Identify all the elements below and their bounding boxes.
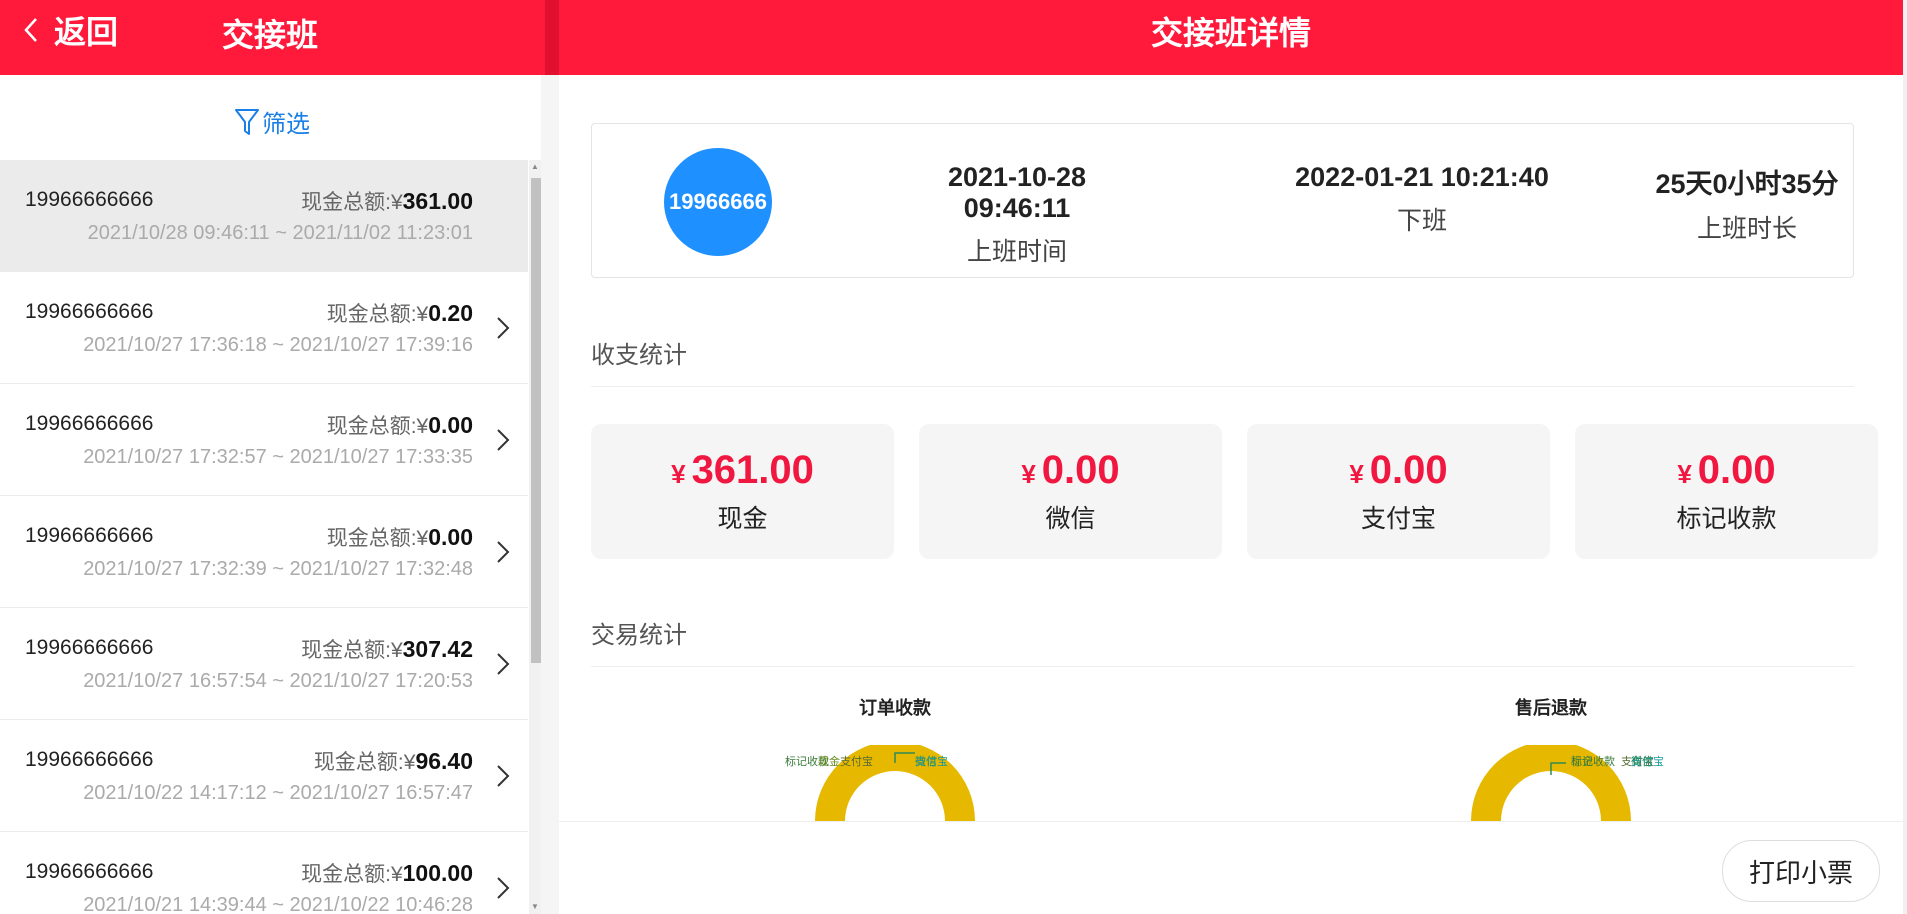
duration-value: 25天0小时35分 (1655, 169, 1839, 199)
filter-icon (235, 108, 259, 135)
shift-phone: 19966666666 (25, 412, 154, 435)
chevron-right-icon (497, 317, 510, 339)
start-time-label: 上班时间 (966, 238, 1067, 266)
shift-cash-total: 现金总额:¥307.42 (301, 636, 473, 662)
shift-time-range: 2021/10/28 09:46:11 ~ 2021/11/02 11:23:0… (87, 222, 473, 244)
shift-list-item[interactable]: 19966666666 现金总额:¥100.00 2021/10/21 14:39:… (0, 832, 528, 914)
filter-label: 筛选 (262, 111, 310, 138)
shift-phone: 19966666666 (25, 524, 154, 547)
shift-cash-total: 现金总额:¥361.00 (301, 188, 473, 214)
chart-title-orders: 订单收款 (859, 698, 931, 718)
scrollbar-thumb[interactable] (531, 178, 541, 663)
back-button[interactable]: 返回 (22, 10, 118, 50)
shift-list-item[interactable]: 19966666666 现金总额:¥361.00 2021/10/28 09:46:… (0, 160, 528, 272)
duration-label: 上班时长 (1696, 215, 1797, 243)
scroll-down-arrow-icon[interactable]: ▼ (531, 902, 539, 911)
shift-time-range: 2021/10/22 14:17:12 ~ 2021/10/27 16:57:4… (83, 782, 473, 804)
detail-title: 交接班详情 (1150, 15, 1311, 51)
chart-title-refunds: 售后退款 (1515, 698, 1587, 718)
divider (591, 386, 1854, 387)
shift-phone: 19966666666 (25, 300, 154, 323)
shift-time-range: 2021/10/27 16:57:54 ~ 2021/10/27 17:20:5… (83, 670, 473, 692)
shift-time-range: 2021/10/21 14:39:44 ~ 2021/10/22 10:46:2… (83, 894, 473, 914)
end-time-label: 下班 (1396, 207, 1447, 235)
start-time-block: 2021-10-28 09:46:11 上班时间 (892, 162, 1142, 268)
chevron-right-icon (497, 765, 510, 787)
stat-card-alipay: ¥0.00 支付宝 (1247, 424, 1550, 559)
shift-cash-total: 现金总额:¥0.00 (326, 412, 473, 438)
window-edge (1903, 0, 1907, 914)
chevron-right-icon (497, 541, 510, 563)
shift-list-item[interactable]: 19966666666 现金总额:¥0.00 2021/10/27 17:32:39… (0, 496, 528, 608)
shift-cash-total: 现金总额:¥0.00 (326, 524, 473, 550)
stat-label: 现金 (717, 505, 768, 533)
stat-value: ¥0.00 (1677, 448, 1776, 492)
stat-value: ¥0.00 (1021, 448, 1120, 492)
shift-phone: 19966666666 (25, 188, 154, 211)
chart-legend-label: 支付宝 (1631, 754, 1664, 768)
income-section-title: 收支统计 (591, 342, 687, 369)
shift-list-item[interactable]: 19966666666 现金总额:¥0.00 2021/10/27 17:32:57… (0, 384, 528, 496)
shift-list-item[interactable]: 19966666666 现金总额:¥0.20 2021/10/27 17:36:18… (0, 272, 528, 384)
shift-list-item[interactable]: 19966666666 现金总额:¥307.42 2021/10/27 16:57:… (0, 608, 528, 720)
shift-cash-total: 现金总额:¥0.20 (326, 300, 473, 326)
chevron-right-icon (497, 653, 510, 675)
chevron-right-icon (497, 429, 510, 451)
shift-time-range: 2021/10/27 17:36:18 ~ 2021/10/27 17:39:1… (83, 334, 473, 356)
donut-chart-refunds: 现金 标记收款 支付宝 微信 支付宝 (1471, 745, 1664, 821)
chevron-left-icon (24, 18, 37, 42)
shift-time-range: 2021/10/27 17:32:57 ~ 2021/10/27 17:33:3… (83, 446, 473, 468)
filter-button[interactable]: 筛选 (234, 104, 310, 139)
stat-value: ¥361.00 (671, 448, 814, 492)
footer-divider (559, 821, 1903, 822)
chart-legend-label: 现金 (818, 754, 840, 768)
header-separator (545, 0, 559, 75)
chart-legend-label: 支付宝 (840, 754, 873, 768)
stat-label: 支付宝 (1360, 505, 1436, 533)
divider (591, 666, 1854, 667)
chart-legend-label: 支付宝 (915, 754, 948, 768)
shift-list-item[interactable]: 19966666666 现金总额:¥96.40 2021/10/22 14:17:1… (0, 720, 528, 832)
shift-cash-total: 现金总额:¥96.40 (313, 748, 473, 774)
shift-phone: 19966666666 (25, 636, 154, 659)
stat-card-marked: ¥0.00 标记收款 (1575, 424, 1878, 559)
avatar: 19966666 (664, 148, 772, 256)
stat-card-wechat: ¥0.00 微信 (919, 424, 1222, 559)
back-label: 返回 (54, 14, 119, 50)
trade-section-title: 交易统计 (591, 622, 687, 649)
print-receipt-button[interactable]: 打印小票 (1722, 840, 1880, 902)
stat-label: 标记收款 (1676, 505, 1777, 533)
end-time-block: 2022-01-21 10:21:40 下班 (1292, 162, 1552, 237)
start-time-value: 2021-10-28 09:46:11 (947, 162, 1087, 223)
stat-label: 微信 (1045, 505, 1096, 533)
shift-info-card: 19966666 2021-10-28 09:46:11 上班时间 2022-0… (591, 123, 1854, 278)
scroll-up-arrow-icon[interactable]: ▲ (531, 162, 539, 171)
shift-time-range: 2021/10/27 17:32:39 ~ 2021/10/27 17:32:4… (83, 558, 473, 580)
shift-list: 19966666666 现金总额:¥361.00 2021/10/28 09:46:… (0, 160, 528, 914)
chevron-right-icon (497, 877, 510, 899)
donut-chart-orders: 标记收款 现金 支付宝 微信 支付宝 (785, 745, 975, 821)
page-title: 交接班 (222, 17, 319, 53)
end-time-value: 2022-01-21 10:21:40 (1295, 162, 1549, 192)
stat-value: ¥0.00 (1349, 448, 1448, 492)
pane-divider (541, 75, 559, 914)
shift-phone: 19966666666 (25, 748, 154, 771)
duration-block: 25天0小时35分 上班时长 (1652, 162, 1842, 245)
chart-legend-label: 标记收款 (1571, 754, 1615, 768)
stat-card-cash: ¥361.00 现金 (591, 424, 894, 559)
shift-cash-total: 现金总额:¥100.00 (301, 860, 473, 886)
shift-phone: 19966666666 (25, 860, 154, 883)
